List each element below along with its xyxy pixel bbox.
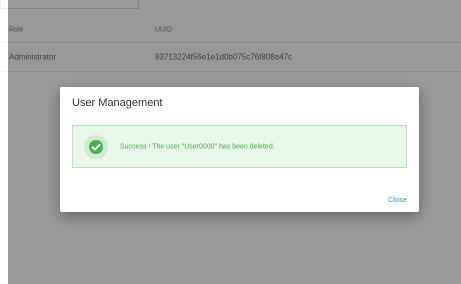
user-management-dialog: User Management Success ! The user "User… <box>60 87 419 212</box>
check-circle-icon <box>84 135 108 159</box>
sidebar-edge <box>0 0 8 284</box>
close-button[interactable]: Close <box>388 197 407 204</box>
success-alert: Success ! The user "User0000" has been d… <box>72 125 407 168</box>
success-message: Success ! The user "User0000" has been d… <box>120 143 275 150</box>
dialog-title: User Management <box>72 97 163 109</box>
